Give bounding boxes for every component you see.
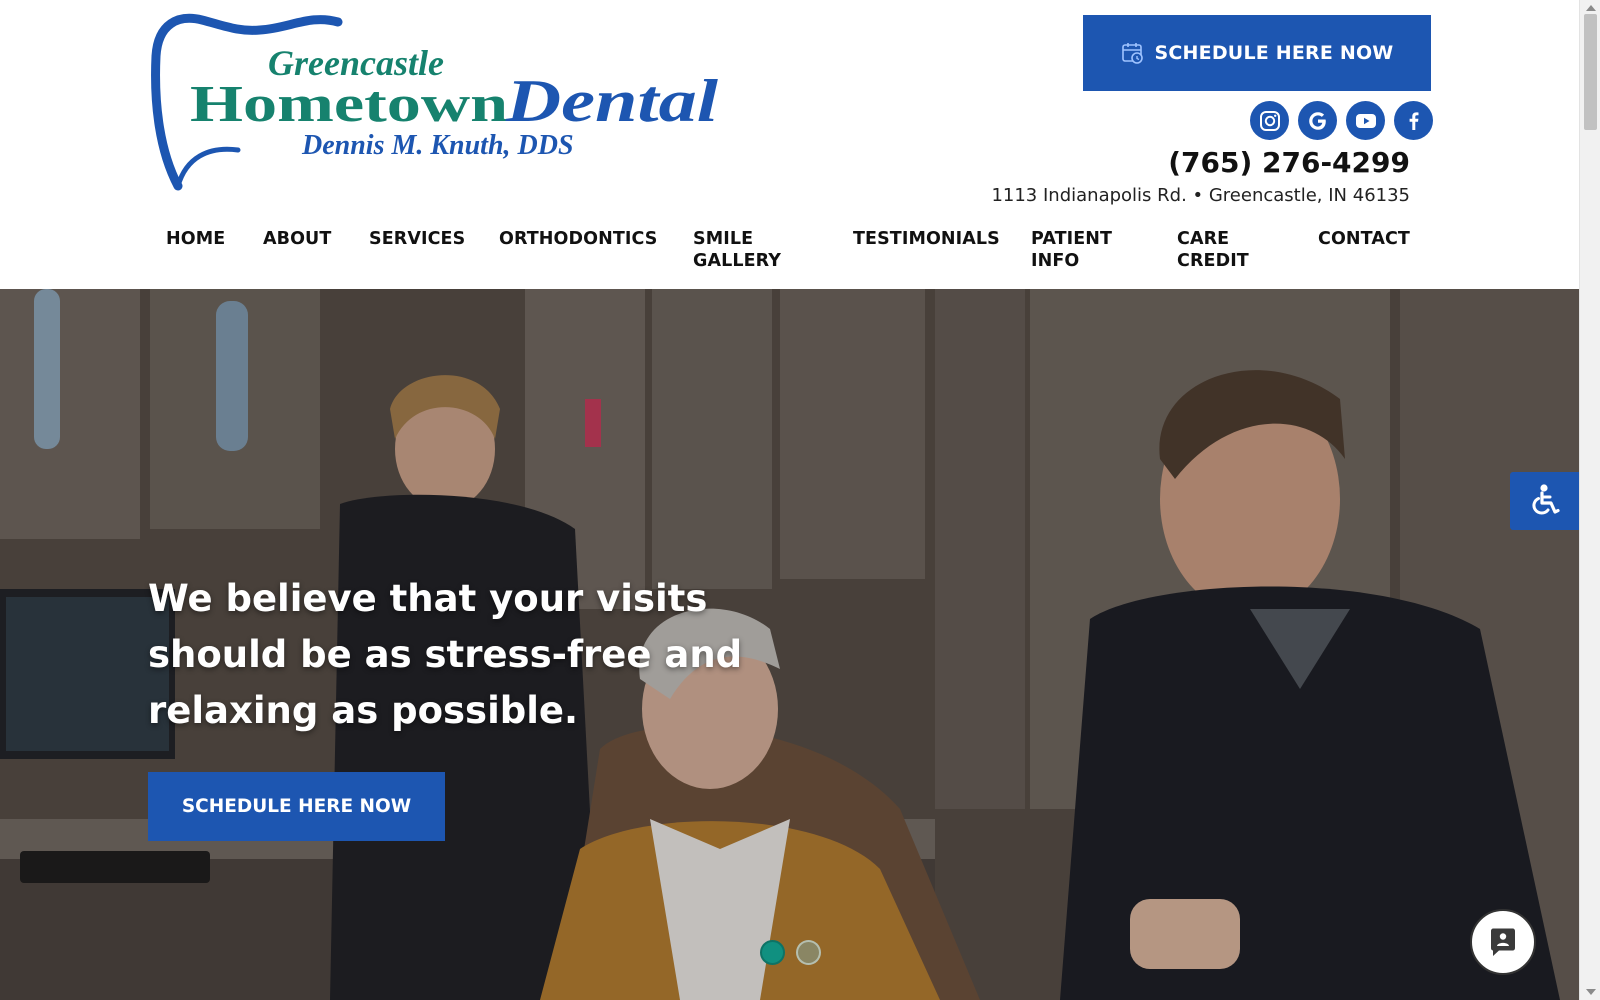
site-logo[interactable]: Greencastle Hometown Dental Dennis M. Kn…: [150, 8, 735, 196]
main-nav: HOME ABOUT SERVICES ORTHODONTICS SMILE G…: [0, 228, 1579, 278]
nav-item-label-line2: GALLERY: [693, 251, 782, 271]
nav-item-label: SMILE: [693, 229, 754, 249]
logo-line2b: Dental: [505, 68, 719, 134]
scroll-down-arrow[interactable]: [1586, 989, 1596, 995]
page-scrollbar[interactable]: [1579, 0, 1600, 1000]
chat-bubble-icon: [1491, 928, 1515, 956]
nav-item-testimonials[interactable]: TESTIMONIALS: [853, 228, 1000, 250]
nav-item-label: SERVICES: [369, 229, 466, 249]
scroll-up-arrow[interactable]: [1586, 5, 1596, 11]
youtube-link[interactable]: [1346, 101, 1385, 140]
schedule-button-header-label: SCHEDULE HERE NOW: [1154, 42, 1394, 64]
logo-line2a: Hometown: [190, 76, 508, 133]
google-icon: [1308, 111, 1326, 130]
nav-item-label: PATIENT: [1031, 229, 1113, 249]
chat-button[interactable]: [1470, 909, 1536, 975]
calendar-clock-icon: [1121, 41, 1145, 65]
google-link[interactable]: [1298, 101, 1337, 140]
facebook-link[interactable]: [1394, 101, 1433, 140]
nav-item-label: ABOUT: [263, 229, 332, 249]
logo-line3: Dennis M. Knuth, DDS: [301, 130, 574, 161]
nav-item-label: HOME: [166, 229, 226, 249]
nav-item-smile-gallery[interactable]: SMILE GALLERY: [693, 228, 781, 272]
instagram-link[interactable]: [1250, 101, 1289, 140]
slider-dot-2[interactable]: [796, 940, 821, 965]
schedule-button-hero-label: SCHEDULE HERE NOW: [181, 796, 412, 817]
nav-item-label: TESTIMONIALS: [853, 229, 1000, 249]
site-header: Greencastle Hometown Dental Dennis M. Kn…: [0, 0, 1579, 289]
hero-headline: We believe that your visits should be as…: [148, 577, 743, 732]
instagram-icon: [1259, 110, 1280, 131]
nav-item-orthodontics[interactable]: ORTHODONTICS: [499, 228, 658, 250]
social-links: [1250, 101, 1433, 140]
nav-item-contact[interactable]: CONTACT: [1318, 228, 1410, 250]
nav-item-label: CONTACT: [1318, 229, 1410, 249]
nav-item-about[interactable]: ABOUT: [263, 228, 331, 250]
nav-item-patient-info[interactable]: PATIENT INFO: [1031, 228, 1112, 272]
phone-number[interactable]: (765) 276-4299: [1168, 146, 1410, 179]
slider-dot-1[interactable]: [760, 940, 785, 965]
slider-dots: [760, 940, 821, 965]
facebook-icon: [1409, 111, 1418, 130]
wheelchair-icon: [1531, 484, 1560, 515]
schedule-button-header[interactable]: SCHEDULE HERE NOW: [1083, 15, 1431, 91]
nav-item-label-line2: CREDIT: [1177, 251, 1249, 271]
address: 1113 Indianapolis Rd. • Greencastle, IN …: [991, 185, 1410, 206]
nav-item-label-line2: INFO: [1031, 251, 1080, 271]
scroll-thumb[interactable]: [1584, 14, 1597, 130]
youtube-icon: [1355, 113, 1376, 128]
nav-item-label: CARE: [1177, 229, 1230, 249]
nav-item-label: ORTHODONTICS: [499, 229, 658, 249]
accessibility-button[interactable]: [1510, 472, 1579, 530]
nav-item-services[interactable]: SERVICES: [369, 228, 465, 250]
nav-item-care-credit[interactable]: CARE CREDIT: [1177, 228, 1249, 272]
nav-item-home[interactable]: HOME: [166, 228, 225, 250]
schedule-button-hero[interactable]: SCHEDULE HERE NOW: [148, 772, 445, 841]
